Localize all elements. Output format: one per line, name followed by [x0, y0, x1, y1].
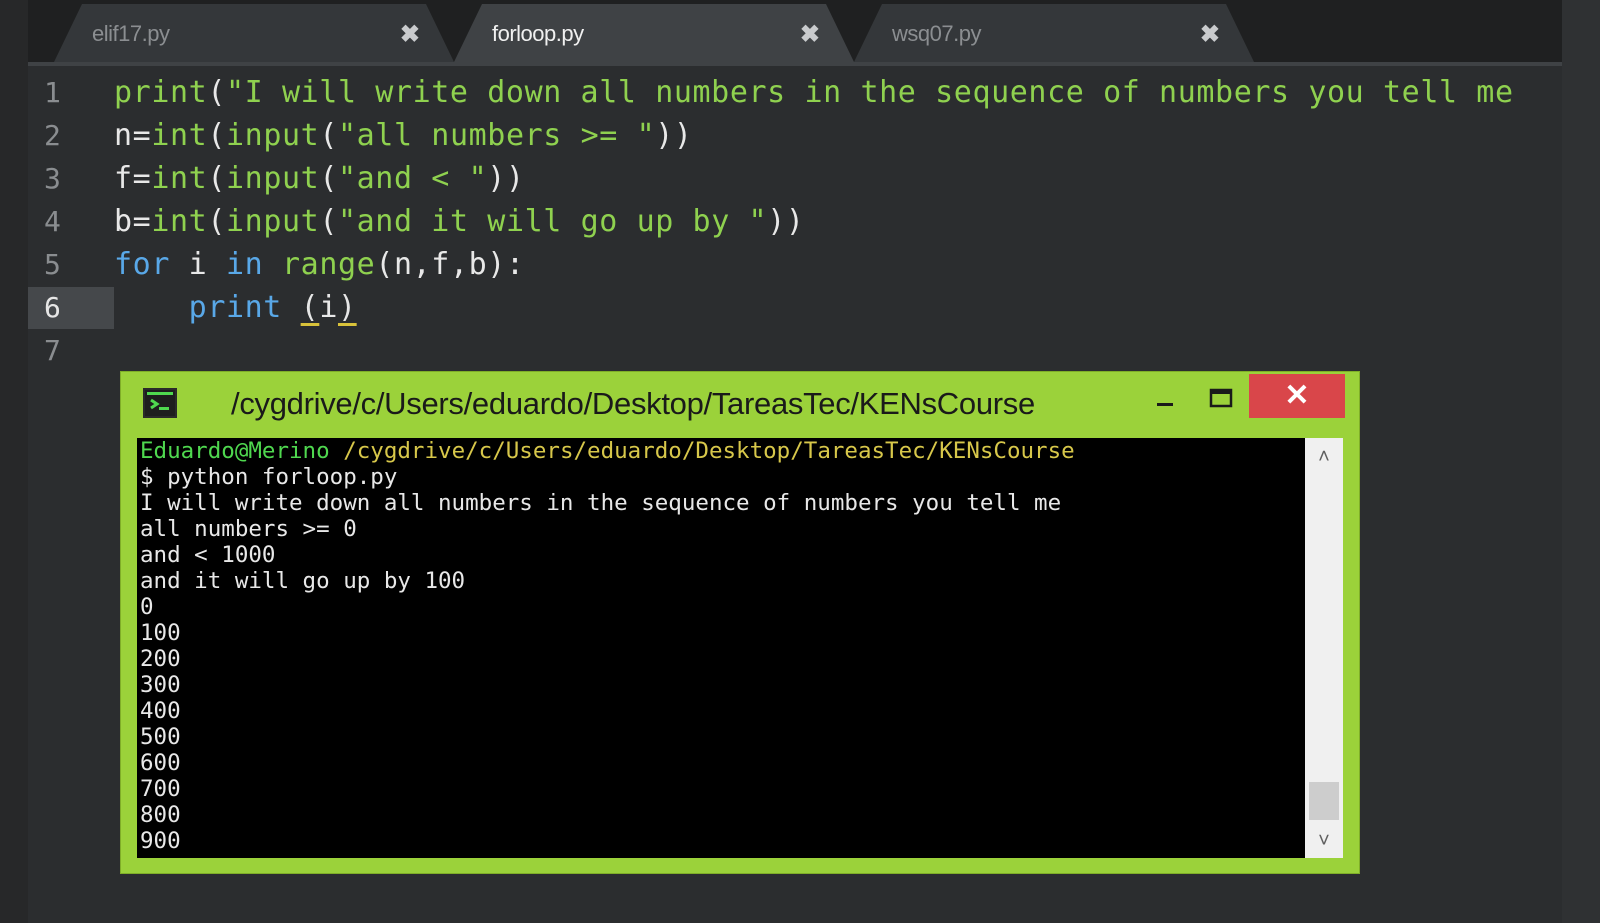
- code-token: n=: [114, 118, 152, 153]
- tab-bar: elif17.py ✖ wsq07.py ✖ forloop.py ✖: [28, 0, 1562, 62]
- code-token: )): [655, 118, 693, 153]
- code-token: in: [226, 247, 264, 282]
- code-token: input: [226, 204, 320, 239]
- tab-wsq07[interactable]: wsq07.py ✖: [854, 4, 1254, 62]
- code-token: )): [767, 204, 805, 239]
- code-token: (n,f,b):: [375, 247, 525, 282]
- code-token: int: [151, 204, 208, 239]
- tab-forloop[interactable]: forloop.py ✖: [454, 4, 854, 62]
- code-token: input: [226, 118, 320, 153]
- close-icon[interactable]: ✖: [400, 20, 420, 49]
- terminal-line: 0: [140, 594, 154, 620]
- line-number: 4: [44, 205, 61, 238]
- code-token: input: [226, 161, 320, 196]
- terminal-line: 300: [140, 672, 181, 698]
- code-token: print: [114, 75, 208, 110]
- close-button[interactable]: ✕: [1249, 374, 1345, 418]
- terminal-line: $ python forloop.py: [140, 464, 398, 490]
- prompt-path: /cygdrive/c/Users/eduardo/Desktop/Tareas…: [329, 438, 1075, 464]
- terminal-line: all numbers >= 0: [140, 516, 357, 542]
- window-frame-right: [1562, 0, 1600, 923]
- terminal-scrollbar[interactable]: ˄ ˅: [1305, 438, 1343, 858]
- code-token: print: [188, 290, 282, 325]
- line-number: 2: [44, 119, 61, 152]
- code-token: (: [319, 204, 338, 239]
- terminal-line: 900: [140, 828, 181, 854]
- terminal-line: 100: [140, 620, 181, 646]
- code-token: (: [207, 75, 226, 110]
- scrollbar-thumb[interactable]: [1309, 782, 1339, 820]
- code-line[interactable]: print (i): [114, 286, 357, 329]
- scroll-up-icon[interactable]: ˄: [1305, 442, 1343, 472]
- terminal-icon: [143, 388, 177, 418]
- tab-elif17[interactable]: elif17.py ✖: [54, 4, 454, 62]
- minimize-button[interactable]: [1151, 386, 1179, 414]
- terminal-line: 800: [140, 802, 181, 828]
- maximize-button[interactable]: [1207, 384, 1235, 412]
- code-token: "and it will go up by ": [337, 204, 768, 239]
- code-token: i: [170, 247, 226, 282]
- prompt-line: Eduardo@Merino /cygdrive/c/Users/eduardo…: [137, 438, 1305, 464]
- code-line[interactable]: print("I will write down all numbers in …: [114, 71, 1514, 114]
- tab-label: wsq07.py: [892, 21, 981, 46]
- tab-label: forloop.py: [492, 21, 584, 46]
- close-icon[interactable]: ✖: [1200, 20, 1220, 49]
- code-token: "I will write down all numbers in the se…: [225, 75, 1514, 110]
- code-line[interactable]: n=int(input("all numbers >= ")): [114, 114, 693, 157]
- code-token: (: [319, 118, 338, 153]
- terminal-line: 500: [140, 724, 181, 750]
- terminal-line: and it will go up by 100: [140, 568, 466, 594]
- code-token: range: [282, 247, 376, 282]
- code-line[interactable]: b=int(input("and it will go up by ")): [114, 200, 805, 243]
- close-icon[interactable]: ✖: [800, 20, 820, 49]
- tab-label: elif17.py: [92, 21, 170, 46]
- code-line[interactable]: f=int(input("and < ")): [114, 157, 525, 200]
- code-token: (: [207, 118, 226, 153]
- code-token: int: [151, 161, 208, 196]
- terminal-output[interactable]: Eduardo@Merino /cygdrive/c/Users/eduardo…: [137, 438, 1305, 858]
- code-token: (: [207, 161, 226, 196]
- code-token: ): [337, 290, 357, 325]
- code-token: (: [207, 204, 226, 239]
- line-number: 1: [44, 76, 61, 109]
- code-token: (: [300, 290, 320, 325]
- code-token: "and < ": [337, 161, 488, 196]
- terminal-line: and < 1000: [140, 542, 276, 568]
- code-token: for: [114, 247, 170, 282]
- terminal-line: 700: [140, 776, 181, 802]
- terminal-line: 600: [140, 750, 181, 776]
- scroll-down-icon[interactable]: ˅: [1305, 826, 1343, 856]
- code-token: b=: [114, 204, 152, 239]
- code-token: i: [319, 290, 338, 325]
- code-token: int: [151, 118, 208, 153]
- line-number: 6: [44, 291, 61, 324]
- terminal-title: /cygdrive/c/Users/eduardo/Desktop/Tareas…: [231, 386, 1035, 421]
- line-number: 5: [44, 248, 61, 281]
- window-frame-left: [0, 0, 29, 923]
- line-number: 3: [44, 162, 61, 195]
- terminal-window[interactable]: /cygdrive/c/Users/eduardo/Desktop/Tareas…: [120, 371, 1360, 874]
- code-token: )): [487, 161, 525, 196]
- code-token: (: [319, 161, 338, 196]
- code-line[interactable]: for i in range(n,f,b):: [114, 243, 525, 286]
- prompt-user: Eduardo@Merino: [140, 438, 330, 464]
- terminal-line: 200: [140, 646, 181, 672]
- code-token: f=: [114, 161, 152, 196]
- code-token: "all numbers >= ": [337, 118, 656, 153]
- terminal-line: I will write down all numbers in the seq…: [140, 490, 1062, 516]
- line-number: 7: [44, 334, 61, 367]
- terminal-line: 400: [140, 698, 181, 724]
